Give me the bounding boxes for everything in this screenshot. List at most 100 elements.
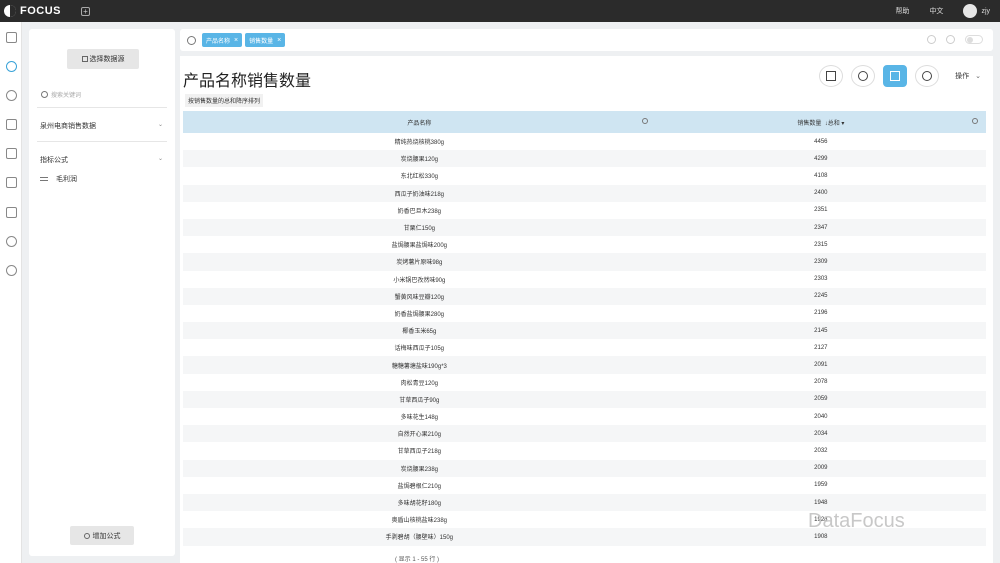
cell-quantity: 2127 [814,344,828,351]
table-row[interactable]: 炭烤薯片原味98g 2309 [183,253,986,271]
cell-product-name: 盐焗碧根仁210g [397,483,442,490]
cell-product-name: 蟹黄风味豆瓣120g [183,287,656,305]
table-row[interactable]: 甘草西瓜子218g 2032 [183,442,986,459]
clipboard-button[interactable] [819,65,844,87]
table-row[interactable]: 奶香巴旦木238g 2351 [183,202,986,219]
table-row[interactable]: 盐焗碧根仁210g 1959 [183,477,986,494]
cell-product-name: 炭烤薯片原味98g [183,253,656,271]
add-formula-label: 增加公式 [92,532,121,540]
user-icon[interactable] [6,236,17,247]
search-bar[interactable]: 产品名称 × 销售数量 × [180,29,993,51]
formula-item[interactable]: 毛利润 [40,174,77,184]
cell-product-name: 多味花生148g [400,415,439,422]
chevron-down-icon[interactable]: ⌄ [158,121,163,128]
search-chip[interactable]: 销售数量 × [245,33,286,47]
logo-text: FOCUS [20,5,61,17]
table-icon[interactable] [6,148,17,159]
language-switch[interactable]: 中文 [929,6,943,16]
table-row[interactable]: 炭烧腰果120g 4299 [183,150,986,168]
search-chip[interactable]: 产品名称 × [202,33,243,47]
dashboard-icon[interactable] [6,119,17,130]
table-row[interactable]: 甘栗仁150g 2347 [183,218,986,237]
logo-icon [4,5,16,17]
cell-product-name: 椰香玉米65g [183,322,656,340]
cell-product-name: 炭烧腰果238g [183,459,656,477]
table-row[interactable]: 蟹黄风味豆瓣120g 2245 [183,287,986,305]
table-view-button[interactable] [883,65,908,87]
plus-icon [83,532,90,539]
table-row[interactable]: 精纯热烧核桃380g 4456 [183,133,986,150]
table-group-title[interactable]: 泉州电商销售数据 [40,121,96,131]
cell-product-name: 糖糖薯塘盐味190g*3 [183,356,656,374]
search-icon[interactable] [6,61,17,72]
column-header-product[interactable]: 产品名称 [183,111,656,133]
settings-button[interactable] [851,65,876,87]
table-row[interactable]: 西瓜子奶油味218g 2400 [183,184,986,202]
chevron-down-icon: ⌄ [975,73,981,80]
operations-menu[interactable]: 操作 ⌄ [955,71,981,81]
cell-product-name: 盐焗腰果盐焗味200g [391,243,448,250]
cell-product-name: 甘栗仁150g [183,218,656,237]
app-logo[interactable]: FOCUS [4,5,61,17]
table-row[interactable]: 自然开心果210g 2034 [183,425,986,443]
table-row[interactable]: 奶香盐焗腰果280g 2196 [183,305,986,322]
chevron-down-icon[interactable]: ▾ [841,121,844,127]
help-icon[interactable] [6,90,17,101]
cell-quantity: 2091 [655,356,986,374]
table-row[interactable]: 东北红松330g 4108 [183,167,986,184]
cell-product-name: 手剥碧胡（腰壁味）150g [183,528,656,546]
close-icon[interactable]: × [234,37,238,44]
table-row[interactable]: 糖糖薯塘盐味190g*3 2091 [183,356,986,374]
sort-description: 按销售数量的总和降序排列 [185,94,264,107]
cell-quantity: 2245 [655,287,986,305]
chevron-down-icon[interactable]: ⌄ [158,155,163,162]
cell-quantity: 4299 [655,150,986,168]
formula-group-title[interactable]: 指标公式 [40,155,68,165]
table-row[interactable]: 多味花生148g 2040 [183,408,986,425]
username[interactable]: zjy [981,8,990,15]
table-row[interactable]: 甘草西瓜子90g 2059 [183,390,986,408]
cell-product-name: 炭烧腰果120g [183,150,656,168]
cell-product-name: 甘草西瓜子90g [183,390,656,408]
close-icon[interactable]: × [277,37,281,44]
cell-quantity: 2040 [814,413,828,420]
row-count: ( 显示 1 - 55 行 ) [395,557,440,563]
clipboard-icon [826,71,837,81]
pie-chart-icon [922,71,933,81]
column-header-quantity[interactable]: 销售数量 ↓总和 ▾ [655,111,986,133]
settings-icon[interactable] [6,265,17,276]
dataset-icon[interactable] [6,207,17,218]
chart-view-button[interactable] [915,65,940,87]
chip-label: 销售数量 [249,38,274,45]
gear-icon[interactable] [641,118,648,124]
new-tab-icon[interactable]: + [81,6,90,16]
column-search-input[interactable]: 搜索关键词 [41,87,161,101]
cell-product-name: 奶香盐焗腰果280g [394,311,445,318]
refresh-icon[interactable] [946,35,955,44]
table-row[interactable]: 肉松青豆120g 2078 [183,374,986,391]
help-link[interactable]: 帮助 [895,6,909,16]
cell-product-name: 甘草西瓜子218g [397,449,442,456]
home-icon[interactable] [6,32,17,43]
table-row[interactable]: 多味胡花籽180g 1948 [183,493,986,512]
aggregation-label: 总和 [827,120,840,127]
table-row[interactable]: 小米锅巴孜然味90g 2303 [183,271,986,288]
table-row[interactable]: 盐焗腰果盐焗味200g 2315 [183,236,986,253]
table-row[interactable]: 椰香玉米65g 2145 [183,322,986,340]
toggle-switch[interactable] [965,35,983,44]
cell-quantity: 2347 [655,218,986,237]
cell-quantity: 2034 [655,425,986,443]
folder-icon[interactable] [6,177,17,188]
cell-quantity: 1948 [655,493,986,512]
select-datasource-button[interactable]: 选择数据源 [67,49,139,69]
gear-icon[interactable] [972,118,978,124]
cell-product-name: 奶香巴旦木238g [397,208,442,215]
table-row[interactable]: 炭烧腰果238g 2009 [183,459,986,477]
add-circle-icon[interactable] [927,35,936,44]
add-formula-button[interactable]: 增加公式 [70,526,134,545]
result-table: 产品名称 销售数量 ↓总和 ▾ 精纯热烧核桃380g 4456 炭烧腰果120g 42… [183,111,986,546]
table-row[interactable]: 话梅味西瓜子105g 2127 [183,339,986,356]
avatar[interactable] [963,4,978,18]
result-area: 产品名称销售数量 按销售数量的总和降序排列 操作 ⌄ 产品名称 销售数量 ↓总和 … [180,56,993,563]
datasource-icon [81,56,88,62]
